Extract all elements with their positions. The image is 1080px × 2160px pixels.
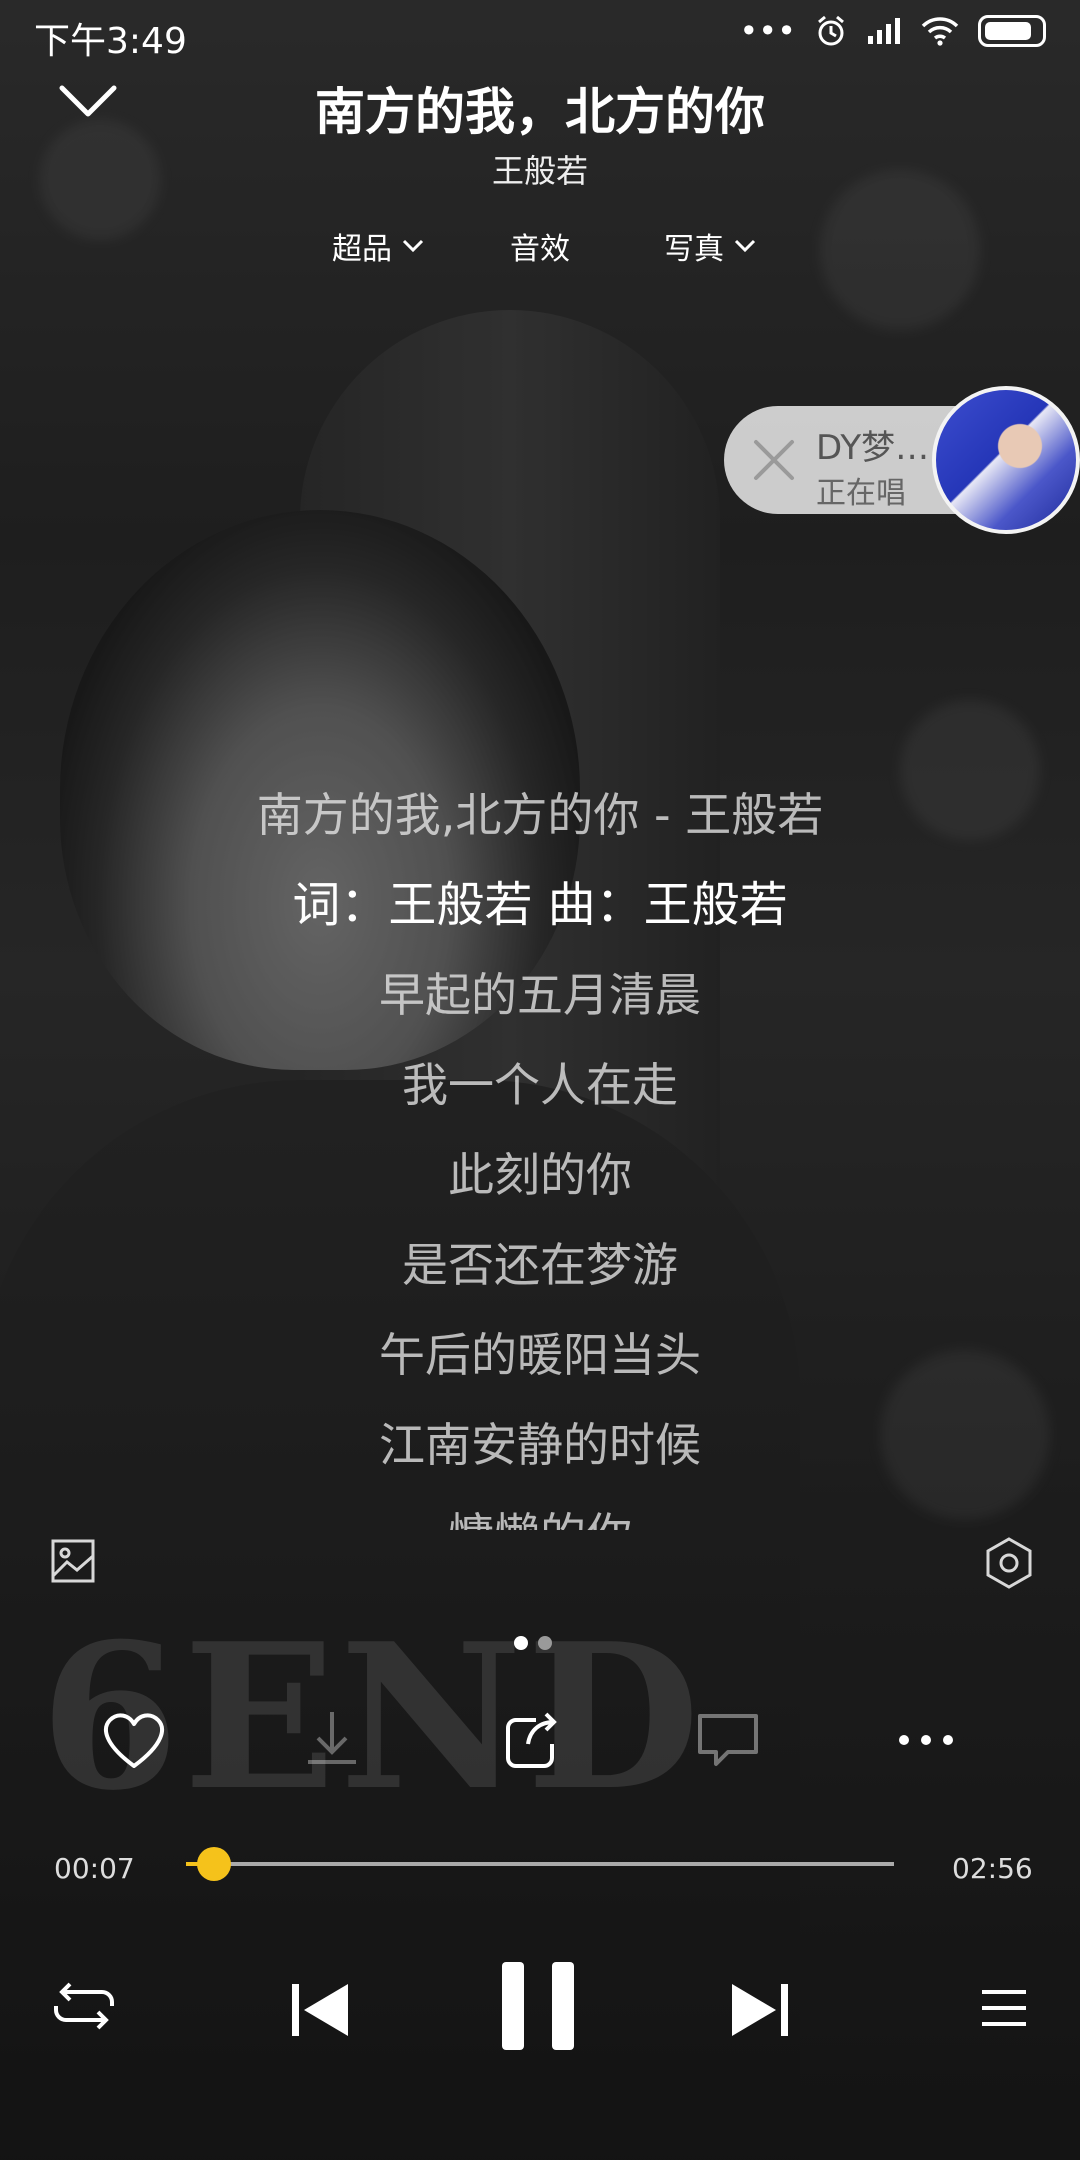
repeat-icon[interactable] — [50, 1976, 118, 2036]
signal-icon — [868, 18, 900, 44]
lyric-line: 是否还在梦游 — [402, 1238, 678, 1292]
tab-photo[interactable]: 写真 — [664, 224, 756, 268]
status-icons: ••• — [739, 12, 1046, 50]
playlist-icon[interactable] — [980, 1984, 1028, 2032]
pager-dot-active — [514, 1636, 528, 1650]
more-status-icon: ••• — [739, 12, 796, 50]
close-icon[interactable] — [746, 432, 802, 488]
progress-bar[interactable] — [186, 1847, 894, 1881]
more-icon[interactable] — [886, 1700, 966, 1780]
status-bar: 下午3:49 ••• — [0, 0, 1080, 68]
lyric-line-active: 词：王般若 曲：王般若 — [292, 877, 788, 933]
wifi-icon — [921, 17, 959, 46]
avatar[interactable] — [932, 386, 1080, 534]
chevron-down-icon — [402, 239, 424, 253]
tab-sound-effect-label: 音效 — [510, 232, 570, 267]
lyric-line: 早起的五月清晨 — [379, 968, 701, 1022]
lyric-line: 此刻的你 — [448, 1148, 632, 1202]
tab-quality-label: 超品 — [332, 232, 392, 267]
lyric-line: 南方的我,北方的你 - 王般若 — [256, 788, 824, 842]
lyrics-panel[interactable]: 南方的我,北方的你 - 王般若 词：王般若 曲：王般若 早起的五月清晨 我一个人… — [0, 770, 1080, 1530]
heart-icon[interactable] — [94, 1700, 174, 1780]
comment-icon[interactable] — [688, 1700, 768, 1780]
pause-icon[interactable] — [496, 1958, 580, 2054]
lyric-line: 江南安静的时候 — [379, 1418, 701, 1472]
status-time: 下午3:49 — [34, 21, 187, 62]
download-icon[interactable] — [292, 1700, 372, 1780]
lyric-line: 我一个人在走 — [402, 1058, 678, 1112]
tab-quality[interactable]: 超品 — [332, 224, 424, 268]
pager-dots — [514, 1636, 552, 1650]
image-icon[interactable] — [50, 1538, 96, 1584]
tab-sound-effect[interactable]: 音效 — [510, 224, 570, 268]
alarm-icon — [818, 15, 844, 46]
song-title: 南方的我，北方的你 — [315, 83, 765, 141]
tab-photo-label: 写真 — [664, 232, 724, 267]
pager-dot — [538, 1636, 552, 1650]
lyric-line: 慵懒的你 — [0, 1490, 1080, 1530]
artist-name[interactable]: 王般若 — [0, 146, 1080, 192]
lyric-line: 午后的暖阳当头 — [379, 1328, 701, 1382]
total-time: 02:56 — [952, 1852, 1033, 1885]
live-singer-name: DY梦… — [816, 428, 930, 468]
previous-icon[interactable] — [288, 1978, 352, 2042]
share-icon[interactable] — [490, 1700, 570, 1780]
hexagon-settings-icon[interactable] — [984, 1536, 1034, 1590]
next-icon[interactable] — [728, 1978, 792, 2042]
live-singer-status: 正在唱 — [816, 476, 906, 511]
chevron-down-icon — [734, 239, 756, 253]
battery-icon — [978, 15, 1046, 47]
header-tabs: 超品 音效 写真 — [0, 224, 1080, 274]
elapsed-time: 00:07 — [54, 1852, 135, 1885]
